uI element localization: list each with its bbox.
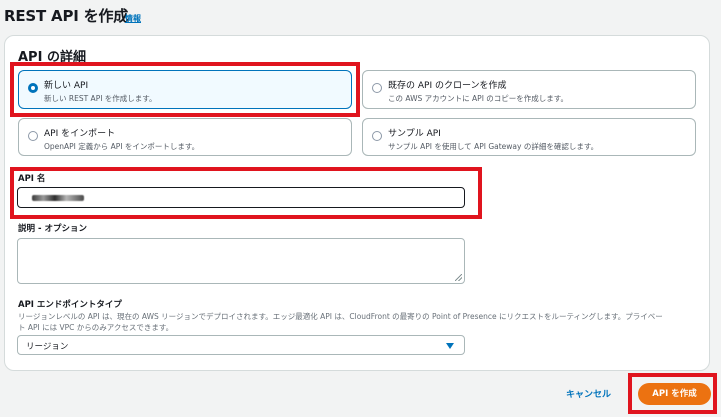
highlight-api-name [10,167,482,219]
endpoint-type-label: API エンドポイントタイプ [18,300,122,310]
description-label: 説明 - オプション [18,224,87,234]
page-title: REST API を作成 [4,7,129,25]
highlight-create-button [628,373,717,414]
option-title: 既存の API のクローンを作成 [388,81,507,91]
caret-down-icon [446,343,454,349]
option-description: サンプル API を使用して API Gateway の詳細を確認します。 [388,142,599,151]
cancel-button[interactable]: キャンセル [566,387,611,400]
description-textarea[interactable] [17,238,465,284]
radio-icon[interactable] [372,83,382,93]
radio-icon[interactable] [372,131,382,141]
option-clone-api[interactable]: 既存の API のクローンを作成 この AWS アカウントに API のコピーを… [362,70,696,109]
option-title: API をインポート [44,129,116,139]
option-description: OpenAPI 定義から API をインポートします。 [44,142,200,151]
endpoint-type-help-line: リージョンレベルの API は、現在の AWS リージョンでデプロイされます。エ… [18,312,663,321]
radio-icon[interactable] [28,131,38,141]
option-sample-api[interactable]: サンプル API サンプル API を使用して API Gateway の詳細を… [362,118,696,156]
resize-handle-icon[interactable] [455,274,462,281]
endpoint-type-help: リージョンレベルの API は、現在の AWS リージョンでデプロイされます。エ… [18,311,708,333]
endpoint-type-select[interactable]: リージョン [17,335,465,355]
info-link[interactable]: 情報 [125,13,141,24]
option-import-api[interactable]: API をインポート OpenAPI 定義から API をインポートします。 [18,118,352,156]
option-title: サンプル API [388,129,441,139]
option-description: この AWS アカウントに API のコピーを作成します。 [388,94,569,103]
endpoint-type-help-line: ト API には VPC からのみアクセスできます。 [18,323,174,332]
highlight-new-api [10,62,360,117]
endpoint-type-value: リージョン [26,342,69,352]
